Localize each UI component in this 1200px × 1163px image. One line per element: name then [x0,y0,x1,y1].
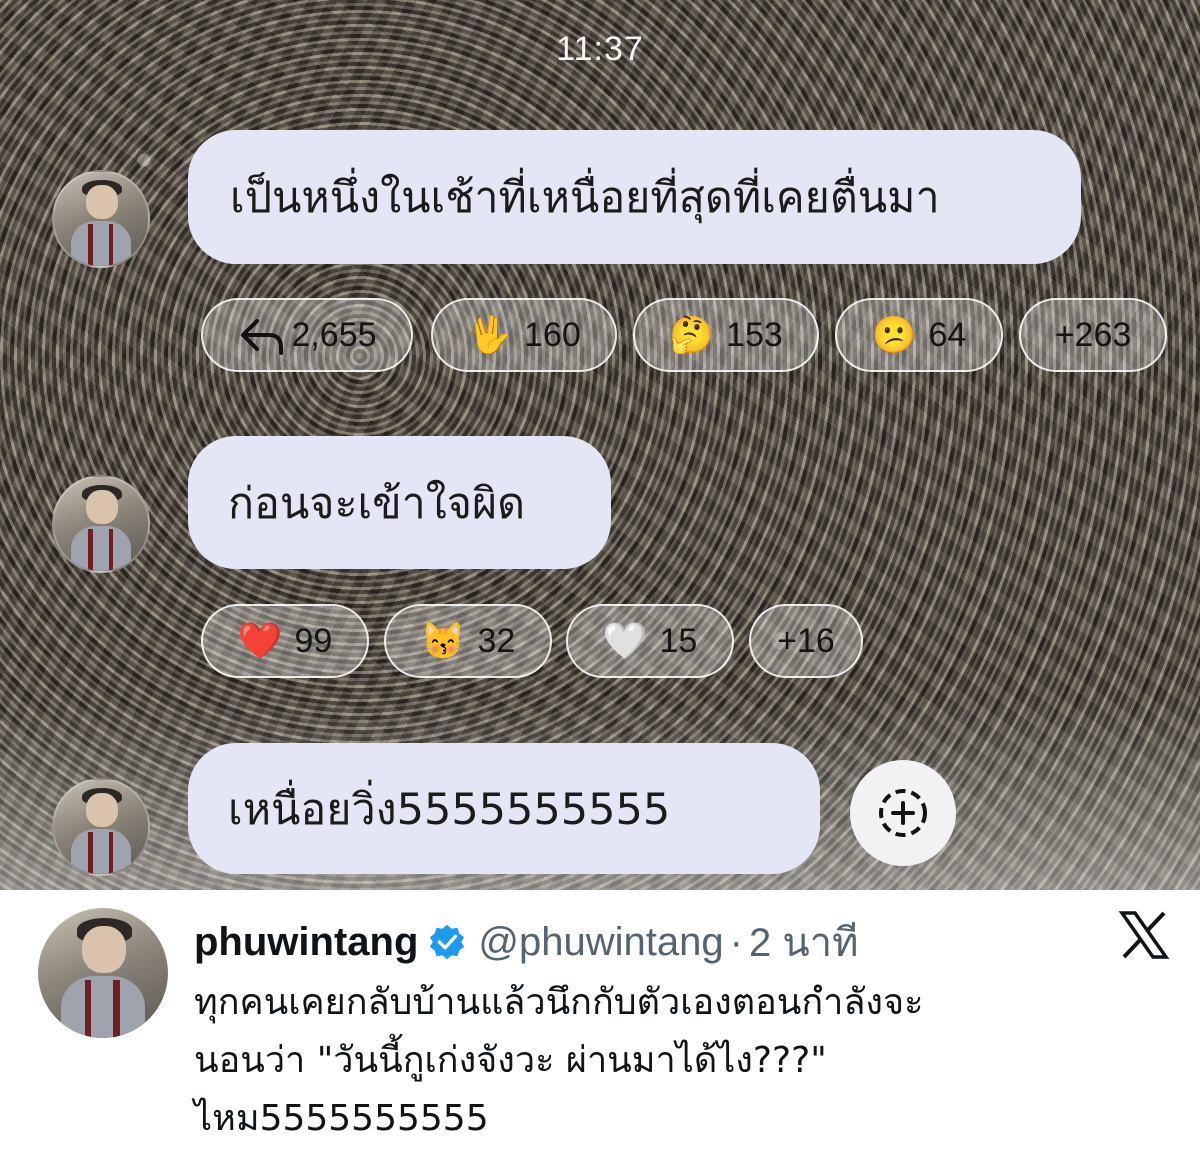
reaction-vulcan[interactable]: 🖖 160 [431,298,617,372]
message-bubble[interactable]: เหนื่อยวิ่ง5555555555 [188,743,820,874]
confused-face-icon: 😕 [871,314,917,355]
reaction-thinking[interactable]: 🤔 153 [633,298,819,372]
message-bubble[interactable]: ก่อนจะเข้าใจผิด [188,436,611,569]
white-heart-icon: 🤍 [602,620,648,661]
reaction-count: 99 [294,621,333,660]
tweet-text-line: ทุกคนเคยกลับบ้านแล้วนึกกับตัวเองตอนกำลัง… [194,982,924,1023]
reaction-count: 160 [524,315,581,354]
reaction-count: +263 [1054,315,1132,354]
tweet-timestamp[interactable]: 2 นาที [749,910,859,974]
tweet-text-line: ไหม5555555555 [194,1098,489,1139]
channel-avatar[interactable] [52,475,150,573]
tweet-text: ทุกคนเคยกลับบ้านแล้วนึกกับตัวเองตอนกำลัง… [194,974,1174,1148]
message-bubble[interactable]: เป็นหนึ่งในเช้าที่เหนื่อยที่สุดที่เคยตื่… [188,130,1081,264]
add-reaction-button[interactable] [850,760,956,866]
channel-avatar[interactable] [52,778,150,876]
reaction-count: 64 [928,315,967,354]
reaction-count: 2,655 [291,315,377,354]
x-logo-icon [1118,911,1170,959]
broadcast-channel: 11:37 เป็นหนึ่งในเช้าที่เหนื่อยที่สุดที่… [0,0,1200,890]
message-text: เป็นหนึ่งในเช้าที่เหนื่อยที่สุดที่เคยตื่… [230,173,940,223]
verified-badge-icon [430,924,465,960]
tweet-handle[interactable]: @phuwintang [478,920,723,965]
reaction-more[interactable]: +16 [749,604,863,678]
red-heart-icon: ❤️ [237,620,283,661]
add-reaction-icon [879,789,927,837]
tweet-card[interactable]: phuwintang @phuwintang · 2 นาที ทุกคนเคย… [0,890,1200,1163]
reaction-reply[interactable]: 2,655 [201,298,413,372]
channel-avatar[interactable] [52,170,150,268]
reaction-more[interactable]: +263 [1019,298,1167,372]
reaction-white-heart[interactable]: 🤍 15 [566,604,734,678]
reaction-count: 32 [477,621,516,660]
reaction-kissing-cat[interactable]: 😽 32 [384,604,552,678]
tweet-separator: · [729,919,743,964]
thinking-face-icon: 🤔 [669,314,715,355]
tweet-text-line: นอนว่า "วันนี้กูเก่งจังวะ ผ่านมาได้ไง???… [194,1040,827,1081]
reaction-count: +16 [777,621,835,660]
vulcan-salute-icon: 🖖 [467,314,513,355]
message-text: เหนื่อยวิ่ง5555555555 [228,784,671,835]
tweet-author-avatar[interactable] [38,908,168,1038]
reaction-heart[interactable]: ❤️ 99 [201,604,369,678]
reply-arrow-icon [241,319,284,355]
kissing-cat-icon: 😽 [420,620,466,661]
tweet-display-name[interactable]: phuwintang [194,920,418,965]
reaction-confused[interactable]: 😕 64 [835,298,1003,372]
reaction-count: 153 [726,315,783,354]
message-text: ก่อนจะเข้าใจผิด [228,478,526,529]
reaction-count: 15 [659,621,698,660]
tweet-header: phuwintang @phuwintang · 2 นาที [194,910,858,974]
status-bar-time: 11:37 [556,30,644,68]
